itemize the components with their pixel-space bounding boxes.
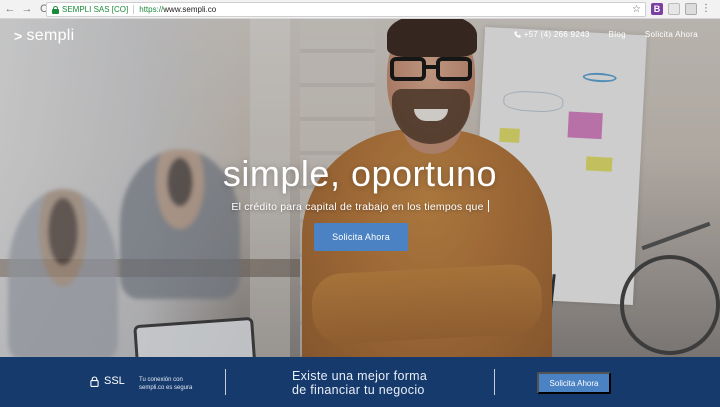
- hero-solicita-button[interactable]: Solicita Ahora: [314, 223, 408, 251]
- browser-menu-icon[interactable]: ⋮: [701, 3, 711, 15]
- tagline-line: de financiar tu negocio: [292, 383, 425, 397]
- logo-text: sempli: [26, 27, 75, 44]
- ssl-note-line: Tu conexión con: [139, 377, 183, 383]
- divider: [225, 369, 226, 395]
- hero-section: > sempli +57 (4) 266 9243 Blog Solicita …: [0, 19, 720, 357]
- divider: [494, 369, 495, 395]
- browser-toolbar: ← → C SEMPLI SAS [CO] https://www.sempli…: [0, 0, 720, 19]
- hero-subtitle: El crédito para capital de trabajo en lo…: [0, 200, 720, 213]
- sempli-logo[interactable]: > sempli: [14, 27, 75, 45]
- ssl-badge: SSL: [90, 375, 125, 387]
- ssl-label: SSL: [104, 375, 125, 387]
- back-icon[interactable]: ←: [3, 2, 17, 16]
- typing-cursor: [487, 200, 489, 212]
- top-navigation: +57 (4) 266 9243 Blog Solicita Ahora: [514, 30, 698, 39]
- bookmark-star-icon[interactable]: ☆: [632, 4, 641, 15]
- url-host: www.sempli.co: [163, 5, 217, 14]
- url-text[interactable]: https://www.sempli.co: [139, 5, 216, 14]
- lock-icon: [51, 5, 59, 14]
- extension-icon[interactable]: [685, 3, 697, 15]
- url-protocol: https://: [139, 5, 164, 14]
- tagline: Existe una mejor forma de financiar tu n…: [292, 369, 427, 397]
- phone-icon: [514, 31, 521, 38]
- address-bar[interactable]: SEMPLI SAS [CO] https://www.sempli.co ☆: [46, 2, 646, 17]
- extension-b-icon[interactable]: B: [651, 3, 663, 15]
- nav-solicita-link[interactable]: Solicita Ahora: [645, 30, 698, 39]
- nav-blog-link[interactable]: Blog: [609, 30, 626, 39]
- padlock-icon: [90, 375, 99, 387]
- tagline-line: Existe una mejor forma: [292, 369, 428, 383]
- ssl-note-line: sempli.co es segura: [139, 385, 193, 391]
- phone-link[interactable]: +57 (4) 266 9243: [514, 30, 590, 39]
- extension-icon[interactable]: [668, 3, 680, 15]
- forward-icon[interactable]: →: [20, 2, 34, 16]
- bar-solicita-button[interactable]: Solicita Ahora: [537, 372, 611, 394]
- ssl-note: Tu conexión con sempli.co es segura: [139, 376, 192, 392]
- hero-title: simple, oportuno: [222, 153, 498, 194]
- hero-subtitle-text: El crédito para capital de trabajo en lo…: [231, 201, 484, 213]
- phone-number: +57 (4) 266 9243: [523, 30, 590, 39]
- trust-bar: SSL Tu conexión con sempli.co es segura …: [0, 357, 720, 407]
- ev-certificate-label[interactable]: SEMPLI SAS [CO]: [62, 5, 135, 14]
- logo-chevron-icon: >: [14, 28, 23, 44]
